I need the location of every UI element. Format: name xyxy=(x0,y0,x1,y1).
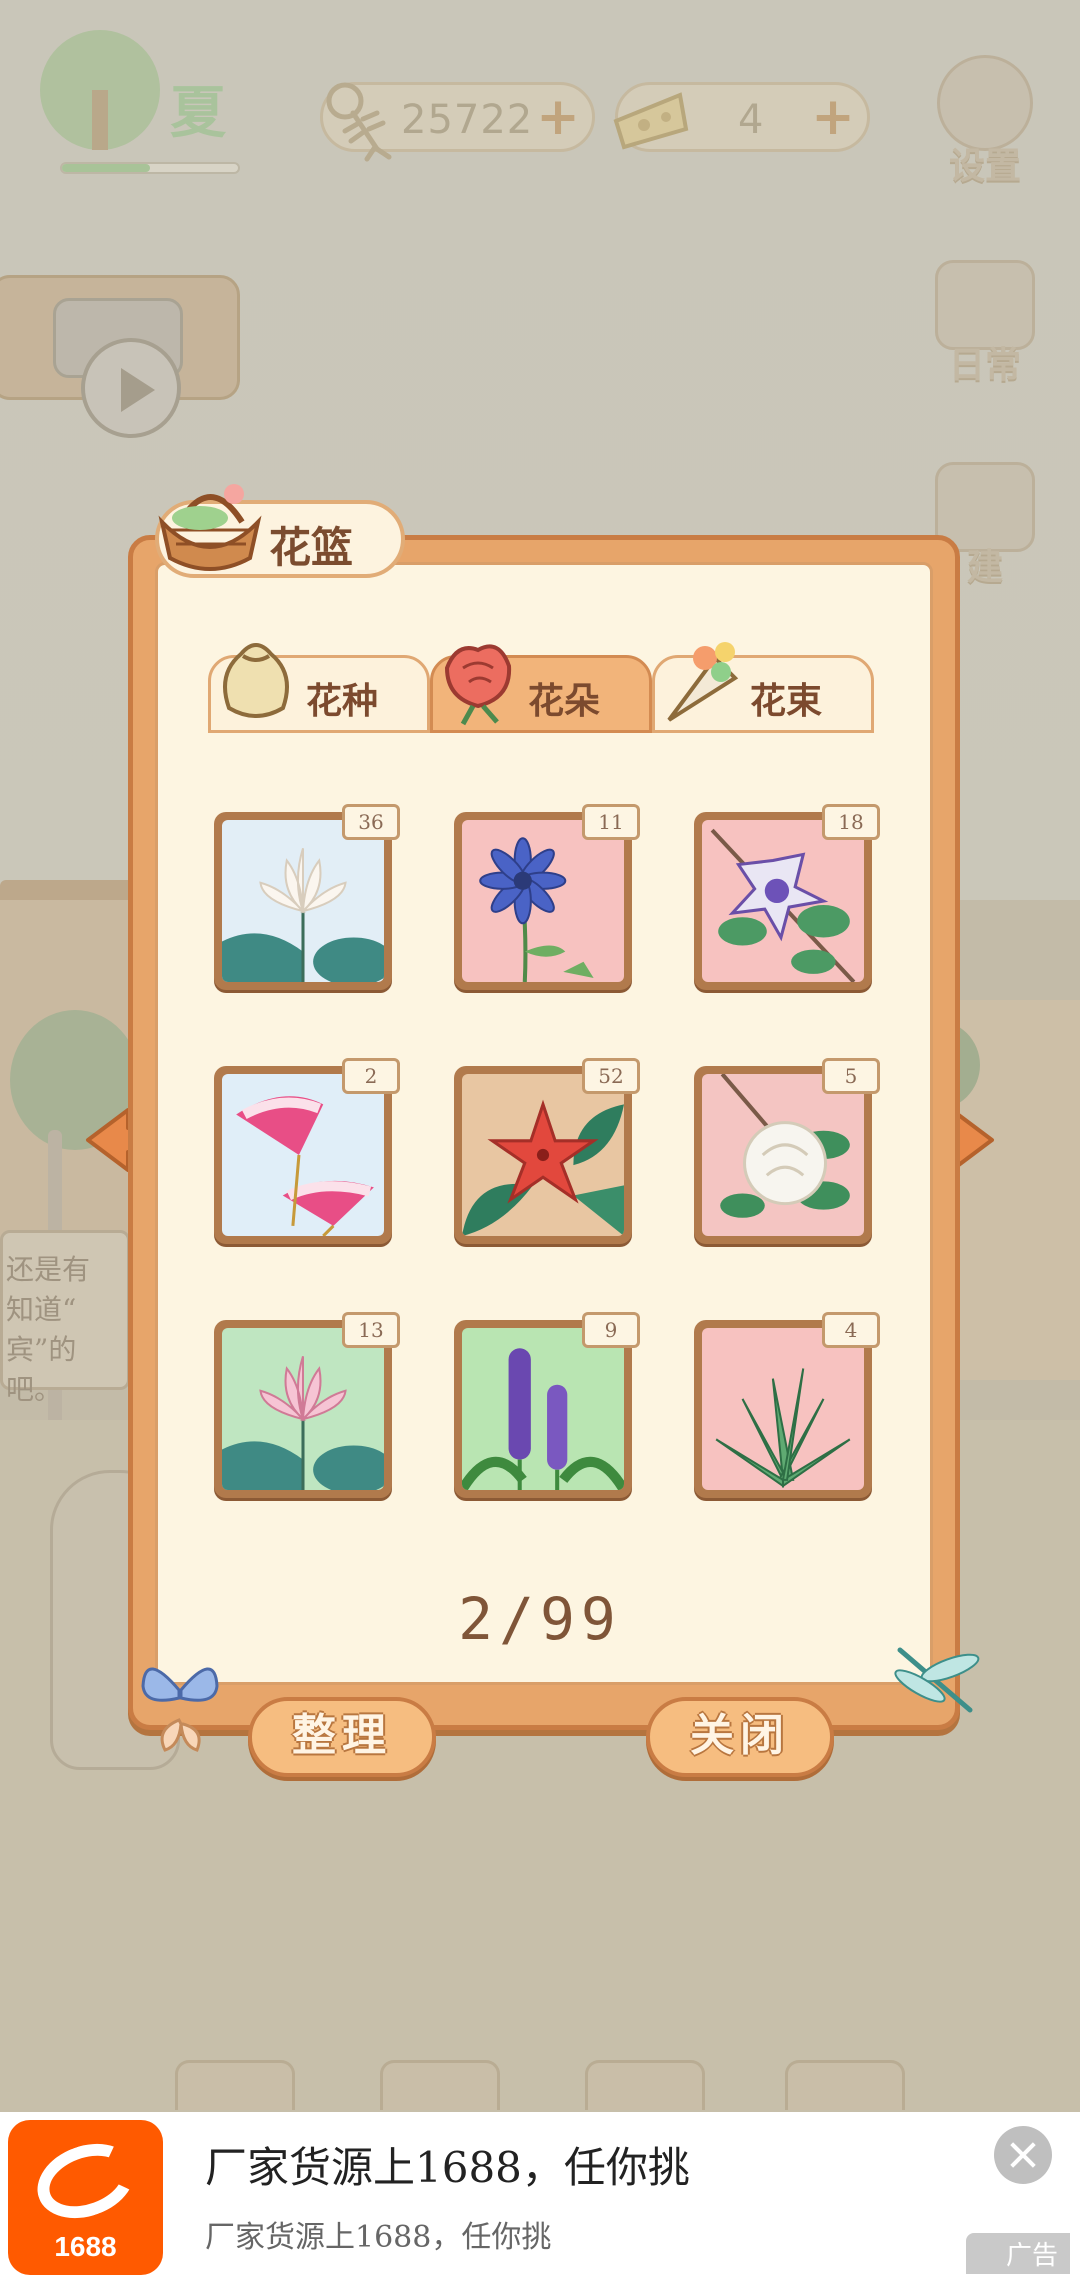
item-count: 18 xyxy=(822,804,880,840)
close-dialog-button[interactable]: 关闭 xyxy=(646,1697,834,1777)
sort-button[interactable]: 整理 xyxy=(248,1697,436,1777)
flower-slot-purple-spike[interactable]: 9 xyxy=(454,1312,640,1498)
tab-flowers[interactable]: 花朵 xyxy=(430,644,652,733)
cheese-icon xyxy=(613,92,689,150)
ad-logo-swirl-icon xyxy=(27,2131,145,2231)
tree-trunk xyxy=(92,90,108,150)
tab-seeds[interactable]: 花种 xyxy=(208,643,430,733)
bottom-icon-1 xyxy=(175,2060,295,2110)
flower-image-red-star-flower xyxy=(462,1074,624,1236)
item-count: 11 xyxy=(582,804,640,840)
flower-image-white-gardenia xyxy=(702,1074,864,1236)
bouquet-icon xyxy=(667,642,739,722)
cheese-value: 4 xyxy=(738,97,765,143)
ad-brand: 1688 xyxy=(54,2231,117,2262)
tab-seeds-label: 花种 xyxy=(306,681,379,722)
item-count: 13 xyxy=(342,1312,400,1348)
flower-slot-red-star-flower[interactable]: 52 xyxy=(454,1058,640,1244)
basket-icon xyxy=(158,484,262,571)
seed-bag-icon xyxy=(223,643,289,718)
rose-icon xyxy=(444,644,512,726)
tab-bouquets-label: 花束 xyxy=(750,681,823,722)
backpack-video-button[interactable] xyxy=(0,275,240,438)
season-label: 夏 xyxy=(170,80,226,146)
page-counter: 2/99 xyxy=(458,1585,622,1653)
ad-headline[interactable]: 厂家货源上1688，任你挑 xyxy=(205,2134,690,2195)
ad-label: 广告 xyxy=(965,2233,1070,2274)
bottom-icon-3 xyxy=(585,2060,705,2110)
season-indicator[interactable]: 夏 xyxy=(40,30,270,174)
ad-close-button[interactable] xyxy=(994,2126,1052,2184)
ad-banner[interactable]: 1688 厂家货源上1688，任你挑 厂家货源上1688，任你挑 广告 xyxy=(0,2112,1080,2280)
flower-image-white-lotus xyxy=(222,820,384,982)
fishbone-icon xyxy=(326,82,392,162)
flower-slot-aloe[interactable]: 4 xyxy=(694,1312,880,1498)
flower-image-purple-orchid xyxy=(702,820,864,982)
settings-button[interactable]: 设置 xyxy=(930,55,1040,187)
flower-image-pink-lotus xyxy=(222,1328,384,1490)
daily-label: 日常 xyxy=(948,345,1021,386)
item-count: 52 xyxy=(582,1058,640,1094)
scene-sign-text: 还是有 知道“ 宾”的 吧。 xyxy=(6,1253,91,1406)
flower-image-pink-silk-tree xyxy=(222,1074,384,1236)
cheese-currency: 4 + xyxy=(613,82,870,152)
dragonfly-icon xyxy=(894,1647,980,1713)
ad-logo[interactable]: 1688 xyxy=(8,2120,163,2275)
bottom-icon-4 xyxy=(785,2060,905,2110)
item-count: 5 xyxy=(822,1058,880,1094)
settings-label: 设置 xyxy=(948,146,1021,187)
flower-image-blue-daisy xyxy=(462,820,624,982)
flower-slot-purple-orchid[interactable]: 18 xyxy=(694,804,880,990)
item-count: 2 xyxy=(342,1058,400,1094)
dialog-title: 花篮 xyxy=(269,523,354,572)
item-count: 9 xyxy=(582,1312,640,1348)
add-cheese-button[interactable]: + xyxy=(809,91,857,143)
tab-flowers-label: 花朵 xyxy=(528,681,601,722)
ad-subtitle[interactable]: 厂家货源上1688，任你挑 xyxy=(205,2212,551,2256)
flower-slot-pink-lotus[interactable]: 13 xyxy=(214,1312,400,1498)
item-count: 36 xyxy=(342,804,400,840)
flower-slot-white-gardenia[interactable]: 5 xyxy=(694,1058,880,1244)
fishbone-value: 25722 xyxy=(401,97,534,143)
bottom-icon-2 xyxy=(380,2060,500,2110)
daily-button[interactable]: 日常 xyxy=(930,260,1040,390)
dialog-tabs: 花种 花朵 花束 xyxy=(208,625,874,735)
flower-image-purple-spike xyxy=(462,1328,624,1490)
flower-slot-blue-daisy[interactable]: 11 xyxy=(454,804,640,990)
flower-image-aloe xyxy=(702,1328,864,1490)
add-fishbone-button[interactable]: + xyxy=(534,91,582,143)
flower-slot-white-lotus[interactable]: 36 xyxy=(214,804,400,990)
tab-bouquets[interactable]: 花束 xyxy=(652,642,874,733)
play-icon xyxy=(81,338,181,438)
butterfly-icon xyxy=(141,1667,219,1752)
item-count: 4 xyxy=(822,1312,880,1348)
season-progress-bar xyxy=(60,162,240,174)
season-progress-fill xyxy=(62,164,150,172)
flower-slot-pink-silk-tree[interactable]: 2 xyxy=(214,1058,400,1244)
fishbone-currency: 25722 + xyxy=(320,82,595,162)
